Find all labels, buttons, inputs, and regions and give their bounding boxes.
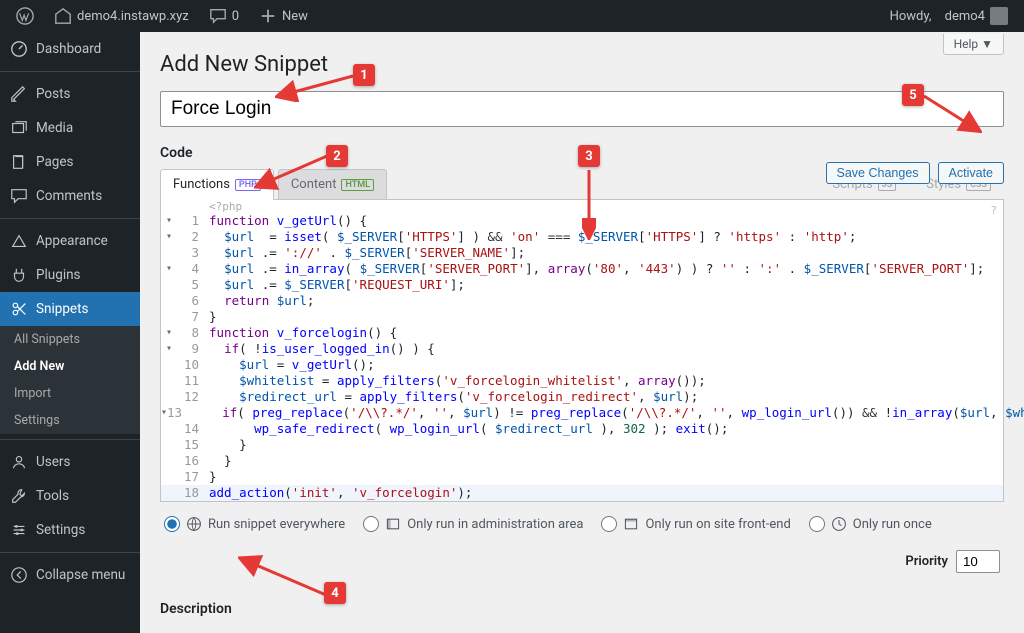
priority-input[interactable] xyxy=(956,550,1000,573)
menu-users[interactable]: Users xyxy=(0,445,140,479)
code-line[interactable]: 3 $url .= '://' . $_SERVER['SERVER_NAME'… xyxy=(161,245,1003,261)
marker-5: 5 xyxy=(902,84,924,106)
code-line[interactable]: 17} xyxy=(161,469,1003,485)
menu-comments[interactable]: Comments xyxy=(0,179,140,213)
scope-everywhere[interactable]: Run snippet everywhere xyxy=(164,516,345,532)
submenu-settings[interactable]: Settings xyxy=(0,407,140,434)
avatar xyxy=(990,7,1008,25)
once-icon xyxy=(831,516,847,532)
admin-bar: demo4.instawp.xyz 0 New Howdy, demo4 xyxy=(0,0,1024,32)
menu-pages[interactable]: Pages xyxy=(0,145,140,179)
scope-admin[interactable]: Only run in administration area xyxy=(363,516,583,532)
scope-row: Run snippet everywhere Only run in admin… xyxy=(160,502,1004,583)
code-line[interactable]: 12 $redirect_url = apply_filters('v_forc… xyxy=(161,389,1003,405)
page-title: Add New Snippet xyxy=(160,52,1004,77)
menu-appearance[interactable]: Appearance xyxy=(0,224,140,258)
admin-sidebar: Dashboard Posts Media Pages Comments App… xyxy=(0,32,140,633)
menu-tools[interactable]: Tools xyxy=(0,479,140,513)
menu-snippets[interactable]: Snippets xyxy=(0,292,140,326)
menu-plugins[interactable]: Plugins xyxy=(0,258,140,292)
code-line[interactable]: 11 $whitelist = apply_filters('v_forcelo… xyxy=(161,373,1003,389)
code-line[interactable]: 10 $url = v_getUrl(); xyxy=(161,357,1003,373)
activate-button[interactable]: Activate xyxy=(938,162,1004,184)
code-line[interactable]: 5 $url .= $_SERVER['REQUEST_URI']; xyxy=(161,277,1003,293)
submenu-add-new[interactable]: Add New xyxy=(0,353,140,380)
menu-posts[interactable]: Posts xyxy=(0,77,140,111)
snippet-title-input[interactable] xyxy=(160,91,1004,127)
code-line[interactable]: 15 } xyxy=(161,437,1003,453)
code-line[interactable]: 16 } xyxy=(161,453,1003,469)
submenu-import[interactable]: Import xyxy=(0,380,140,407)
code-line[interactable]: 6 return $url; xyxy=(161,293,1003,309)
menu-media[interactable]: Media xyxy=(0,111,140,145)
description-heading: Description xyxy=(160,601,1004,617)
tab-content[interactable]: ContentHTML xyxy=(278,169,387,199)
marker-2: 2 xyxy=(326,145,348,167)
php-open-tag: <?php xyxy=(161,200,1003,213)
priority-label: Priority xyxy=(905,554,948,569)
marker-3: 3 xyxy=(578,145,600,167)
help-tab[interactable]: Help ▼ xyxy=(943,34,1004,55)
code-line[interactable]: ▾2 $url = isset( $_SERVER['HTTPS'] ) && … xyxy=(161,229,1003,245)
code-line[interactable]: 7} xyxy=(161,309,1003,325)
comments-link[interactable]: 0 xyxy=(201,0,247,32)
code-line[interactable]: ▾1function v_getUrl() { xyxy=(161,213,1003,229)
new-link[interactable]: New xyxy=(251,0,316,32)
scope-once[interactable]: Only run once xyxy=(809,516,932,532)
menu-settings[interactable]: Settings xyxy=(0,513,140,547)
marker-1: 1 xyxy=(353,64,375,86)
site-name: demo4.instawp.xyz xyxy=(77,9,189,24)
user-menu[interactable]: Howdy, demo4 xyxy=(882,0,1016,32)
code-line[interactable]: ▾8function v_forcelogin() { xyxy=(161,325,1003,341)
editor-help-icon[interactable]: ? xyxy=(990,204,997,217)
code-line[interactable]: ▾9 if( !is_user_logged_in() ) { xyxy=(161,341,1003,357)
save-changes-button[interactable]: Save Changes xyxy=(826,162,930,184)
main-content: Help ▼ Add New Snippet Save Changes Acti… xyxy=(140,32,1024,633)
globe-icon xyxy=(186,516,202,532)
marker-4: 4 xyxy=(324,582,346,604)
admin-icon xyxy=(385,516,401,532)
scope-front[interactable]: Only run on site front-end xyxy=(601,516,790,532)
code-line[interactable]: 14 wp_safe_redirect( wp_login_url( $redi… xyxy=(161,421,1003,437)
code-editor[interactable]: ? <?php ▾1function v_getUrl() {▾2 $url =… xyxy=(160,200,1004,502)
tab-functions[interactable]: FunctionsPHP xyxy=(160,169,274,199)
code-line[interactable]: ▾13 if( preg_replace('/\\?.*/', '', $url… xyxy=(161,405,1003,421)
menu-collapse[interactable]: Collapse menu xyxy=(0,558,140,592)
code-line[interactable]: 18add_action('init', 'v_forcelogin'); xyxy=(161,485,1003,501)
snippets-submenu: All Snippets Add New Import Settings xyxy=(0,326,140,434)
submenu-all-snippets[interactable]: All Snippets xyxy=(0,326,140,353)
site-link[interactable]: demo4.instawp.xyz xyxy=(46,0,197,32)
menu-dashboard[interactable]: Dashboard xyxy=(0,32,140,66)
code-line[interactable]: ▾4 $url .= in_array( $_SERVER['SERVER_PO… xyxy=(161,261,1003,277)
front-icon xyxy=(623,516,639,532)
wp-logo[interactable] xyxy=(8,0,42,32)
